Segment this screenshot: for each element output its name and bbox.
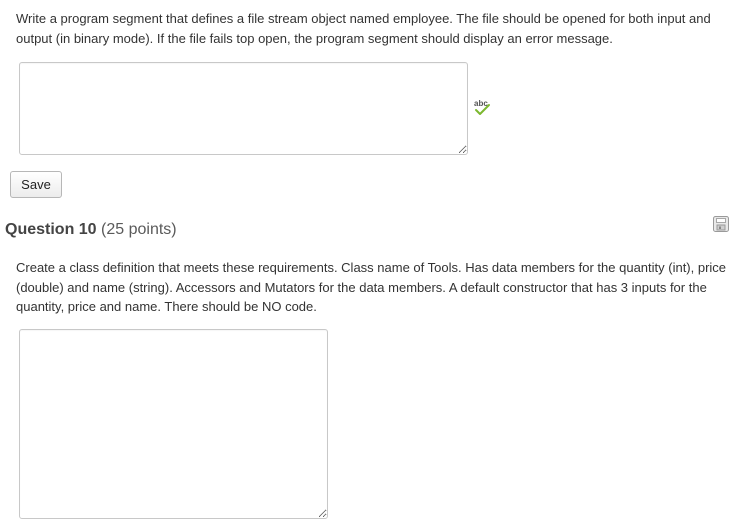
- question-10-points: (25 points): [101, 221, 177, 238]
- question-9-prompt: Write a program segment that defines a f…: [16, 11, 711, 46]
- question-10-prompt: Create a class definition that meets the…: [16, 260, 727, 314]
- question-10-header: Question 10 (25 points): [5, 219, 177, 241]
- question-10-title: Question 10: [5, 221, 97, 238]
- save-button[interactable]: Save: [10, 171, 62, 198]
- question-9-answer-field[interactable]: [19, 62, 468, 155]
- floppy-disk-icon: [713, 216, 729, 232]
- question-10-answer-field[interactable]: [19, 329, 328, 519]
- spellcheck-abc-icon[interactable]: abc: [472, 98, 492, 116]
